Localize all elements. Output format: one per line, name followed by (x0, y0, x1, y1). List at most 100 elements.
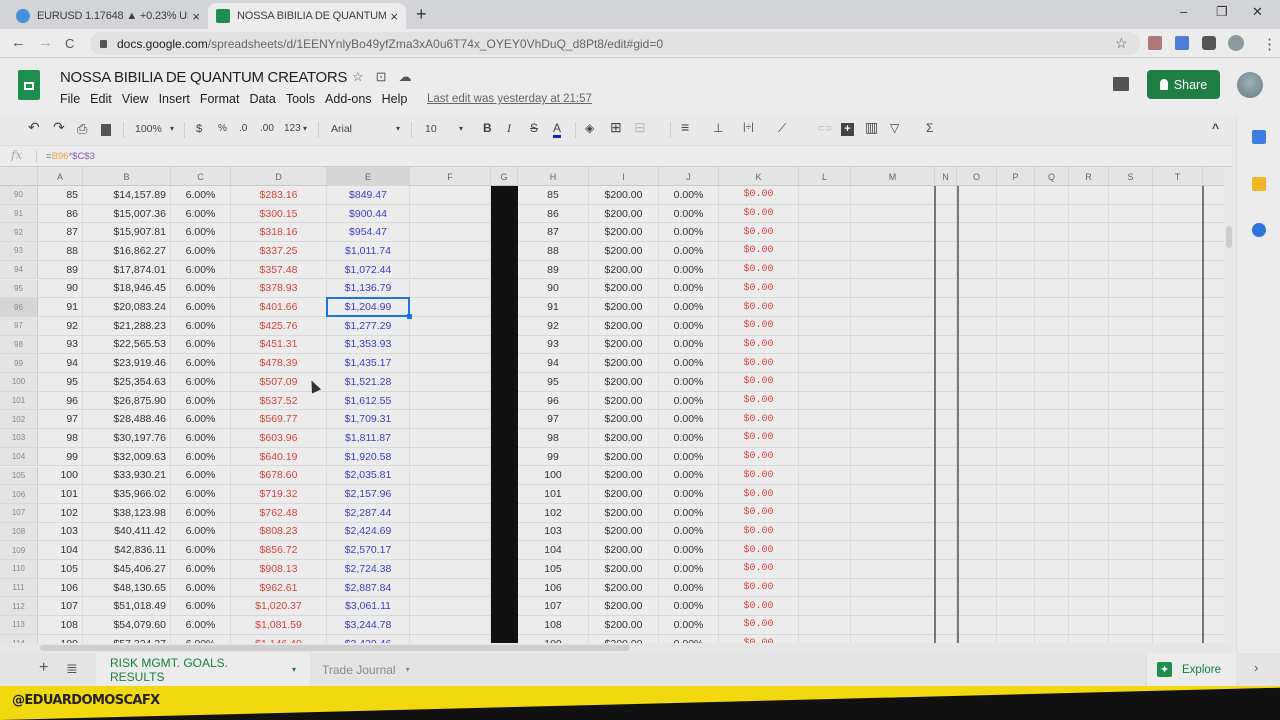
column-header-t[interactable]: T (1153, 167, 1203, 186)
cell-a[interactable]: 108 (38, 616, 83, 634)
cell-l[interactable] (799, 242, 851, 260)
cell-k[interactable]: $0.00 (719, 223, 799, 242)
cell-l[interactable] (799, 466, 851, 485)
menu-addons[interactable]: Add-ons (325, 92, 372, 106)
cell-i[interactable]: $200.00 (589, 391, 659, 410)
cell-a[interactable]: 89 (38, 260, 83, 279)
font-size-select[interactable]: 10 (425, 123, 437, 135)
cell-h[interactable]: 104 (518, 541, 589, 559)
cell-f[interactable] (410, 204, 491, 223)
cell-l[interactable] (799, 429, 851, 447)
cell-o[interactable] (957, 298, 997, 316)
column-header-p[interactable]: P (997, 167, 1035, 186)
cell-r[interactable] (1069, 242, 1109, 260)
cell-l[interactable] (799, 522, 851, 541)
cell-b[interactable]: $45,406.27 (83, 560, 171, 578)
cell-k[interactable]: $0.00 (719, 634, 799, 643)
keep-icon[interactable] (1252, 177, 1266, 191)
cell-c[interactable]: 6.00% (171, 391, 231, 410)
cell-p[interactable] (997, 485, 1035, 503)
cell-r[interactable] (1069, 485, 1109, 503)
cell-r[interactable] (1069, 616, 1109, 634)
cell-h[interactable]: 88 (518, 242, 589, 260)
cell-s[interactable] (1109, 429, 1153, 447)
cell-c[interactable]: 6.00% (171, 242, 231, 260)
reload-button[interactable]: C (65, 36, 74, 51)
cell-s[interactable] (1109, 597, 1153, 616)
cell-i[interactable]: $200.00 (589, 242, 659, 260)
cell-e[interactable]: $1,435.17 (327, 354, 410, 372)
column-header-m[interactable]: M (851, 167, 935, 186)
row-header[interactable]: 106 (0, 485, 38, 503)
cell-n[interactable] (935, 354, 957, 372)
cell-f[interactable] (410, 466, 491, 485)
cell-m[interactable] (851, 578, 935, 597)
cell-h[interactable]: 97 (518, 410, 589, 429)
cell-k[interactable]: $0.00 (719, 560, 799, 578)
cell-q[interactable] (1035, 354, 1069, 372)
cell-n[interactable] (935, 242, 957, 260)
cell-h[interactable]: 100 (518, 466, 589, 485)
filter-icon[interactable]: ▽ (890, 121, 899, 135)
cell-d[interactable]: $401.66 (231, 298, 327, 316)
cell-c[interactable]: 6.00% (171, 410, 231, 429)
cell-k[interactable]: $0.00 (719, 429, 799, 447)
cell-p[interactable] (997, 522, 1035, 541)
cell-m[interactable] (851, 316, 935, 335)
insert-comment-icon[interactable]: + (841, 123, 854, 136)
cell-b[interactable]: $25,354.63 (83, 373, 171, 391)
cell-t[interactable] (1153, 522, 1203, 541)
cell-p[interactable] (997, 242, 1035, 260)
cell-a[interactable]: 105 (38, 560, 83, 578)
cell-c[interactable]: 6.00% (171, 298, 231, 316)
cell-i[interactable]: $200.00 (589, 447, 659, 466)
cell-n[interactable] (935, 316, 957, 335)
cell-l[interactable] (799, 204, 851, 223)
cell-e[interactable]: $1,072.44 (327, 260, 410, 279)
cell-s[interactable] (1109, 279, 1153, 298)
cell-q[interactable] (1035, 578, 1069, 597)
cell-s[interactable] (1109, 223, 1153, 242)
cell-b[interactable]: $14,157.89 (83, 186, 171, 204)
cell-k[interactable]: $0.00 (719, 279, 799, 298)
cell-m[interactable] (851, 279, 935, 298)
column-header-c[interactable]: C (171, 167, 231, 186)
cell-t[interactable] (1153, 260, 1203, 279)
row-header[interactable]: 94 (0, 260, 38, 279)
cell-t[interactable] (1153, 466, 1203, 485)
cell-n[interactable] (935, 466, 957, 485)
cell-a[interactable]: 86 (38, 204, 83, 223)
cell-a[interactable]: 96 (38, 391, 83, 410)
cell-d[interactable]: $425.76 (231, 316, 327, 335)
cell-e[interactable]: $1,521.28 (327, 373, 410, 391)
row-header[interactable]: 102 (0, 410, 38, 429)
vertical-scrollbar[interactable] (1226, 226, 1232, 248)
row-header[interactable]: 101 (0, 391, 38, 410)
cell-o[interactable] (957, 186, 997, 204)
cell-t[interactable] (1153, 578, 1203, 597)
cell-b[interactable]: $26,875.90 (83, 391, 171, 410)
cell-f[interactable] (410, 429, 491, 447)
new-tab-button[interactable]: + (416, 4, 427, 25)
cell-r[interactable] (1069, 503, 1109, 522)
star-icon[interactable]: ☆ (352, 69, 364, 85)
cell-s[interactable] (1109, 410, 1153, 429)
cell-n[interactable] (935, 616, 957, 634)
cell-p[interactable] (997, 447, 1035, 466)
cell-t[interactable] (1153, 186, 1203, 204)
cell-k[interactable]: $0.00 (719, 503, 799, 522)
menu-tools[interactable]: Tools (286, 92, 315, 106)
formula-input[interactable]: =B96*$C$3 (46, 151, 95, 162)
cell-b[interactable]: $17,874.01 (83, 260, 171, 279)
cell-p[interactable] (997, 204, 1035, 223)
cell-b[interactable]: $54,079.60 (83, 616, 171, 634)
cell-b[interactable]: $30,197.76 (83, 429, 171, 447)
cell-o[interactable] (957, 354, 997, 372)
cell-i[interactable]: $200.00 (589, 560, 659, 578)
cell-b[interactable]: $40,411.42 (83, 522, 171, 541)
cell-a[interactable]: 92 (38, 316, 83, 335)
cell-n[interactable] (935, 560, 957, 578)
cell-a[interactable]: 95 (38, 373, 83, 391)
cell-d[interactable]: $283.16 (231, 186, 327, 204)
cell-r[interactable] (1069, 578, 1109, 597)
